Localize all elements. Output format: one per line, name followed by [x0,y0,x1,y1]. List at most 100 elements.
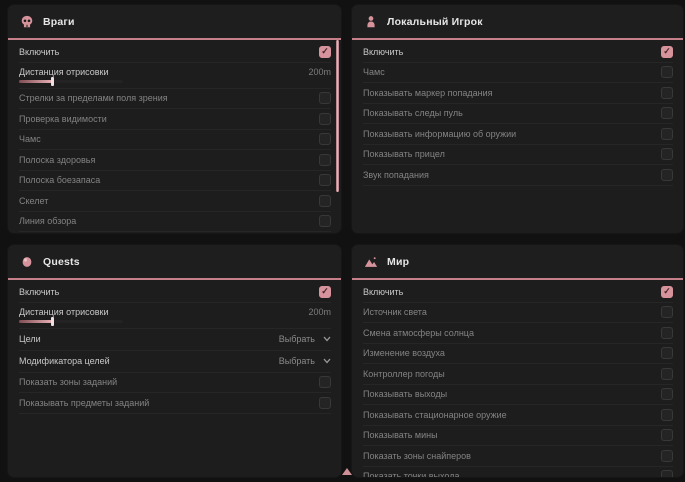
setting-label: Чамс [363,67,385,77]
checkbox[interactable] [661,306,673,318]
setting-label: Цели [19,334,41,344]
panel-title: Враги [43,16,75,28]
setting-label: Показать зоны заданий [19,377,117,387]
panel-header: Враги [8,5,341,40]
setting-label: Включить [19,47,59,57]
checkbox[interactable] [319,154,331,166]
setting-label: Показывать маркер попадания [363,88,493,98]
setting-label: Контроллер погоды [363,369,445,379]
setting-label: Показывать следы пуль [363,108,463,118]
setting-row: Звук попадания [363,165,673,186]
setting-row: Изменение воздуха [363,344,673,365]
panel-enemies: Враги Включить✓Дистанция отрисовки200mСт… [8,5,341,233]
checkbox[interactable] [319,133,331,145]
checkbox-checked[interactable]: ✓ [319,286,331,298]
panel-title: Мир [387,256,409,268]
setting-label: Звук попадания [363,170,429,180]
setting-row: Чамс [19,130,331,151]
dropdown-value: Выбрать [279,356,315,366]
setting-row: Показывать следы пуль [19,232,331,233]
slider-handle[interactable] [51,77,54,86]
setting-label: Показать зоны снайперов [363,451,471,461]
checkbox-checked[interactable]: ✓ [661,46,673,58]
setting-label: Дистанция отрисовки [19,307,109,317]
checkbox[interactable] [319,174,331,186]
slider-fill [19,320,53,323]
panel-body: Включить ✓ Чамс Показывать маркер попадания… [352,40,683,186]
setting-label: Включить [19,287,59,297]
world-icon [364,255,378,269]
dropdown[interactable]: Выбрать [279,334,331,344]
panel-world: Мир Включить✓ Источник света Смена атмосфе… [352,245,683,477]
setting-row: Полоска здоровья [19,150,331,171]
checkbox[interactable] [661,450,673,462]
checkbox[interactable] [661,66,673,78]
setting-row: Полоска боезапаса [19,171,331,192]
setting-label: Скелет [19,196,48,206]
setting-row: Показывать информацию об оружии [363,124,673,145]
setting-row: Показывать предметы заданий [19,393,331,414]
checkbox-checked[interactable]: ✓ [319,46,331,58]
setting-label: Показать точки выхода [363,471,459,477]
slider-handle[interactable] [51,317,54,326]
setting-label: Источник света [363,307,427,317]
setting-row: Смена атмосферы солнца [363,323,673,344]
checkbox[interactable] [661,470,673,477]
checkbox[interactable] [661,429,673,441]
checkbox[interactable] [661,148,673,160]
setting-label: Показывать выходы [363,389,447,399]
distance-slider[interactable] [19,80,123,84]
setting-row: Показывать маркер попадания [363,83,673,104]
setting-label: Показывать информацию об оружии [363,129,516,139]
resize-grip-icon[interactable] [342,468,352,475]
setting-label: Чамс [19,134,41,144]
checkbox[interactable] [661,169,673,181]
setting-row: Модификатора целейВыбрать [19,351,331,373]
checkbox[interactable] [319,113,331,125]
setting-label: Линия обзора [19,216,76,226]
setting-row: Включить ✓ [363,42,673,63]
setting-row: Показать точки выхода [363,467,673,478]
setting-label: Показывать стационарное оружие [363,410,507,420]
panel-body: Включить✓ Источник света Смена атмосферы с… [352,280,683,477]
distance-slider[interactable] [19,320,123,324]
setting-label: Проверка видимости [19,114,107,124]
chevron-down-icon [323,358,331,364]
checkbox-checked[interactable]: ✓ [661,286,673,298]
checkbox[interactable] [319,215,331,227]
dropdown-value: Выбрать [279,334,315,344]
quest-icon [20,255,34,269]
setting-label: Включить [363,47,403,57]
setting-row: Показывать выходы [363,385,673,406]
setting-row: Включить ✓ [19,282,331,303]
checkbox[interactable] [661,107,673,119]
panel-body: Включить✓Дистанция отрисовки200mСтрелки … [8,40,341,233]
setting-row: Включить ✓ [19,42,331,63]
checkbox[interactable] [319,376,331,388]
setting-row: Источник света [363,303,673,324]
checkbox[interactable] [661,327,673,339]
setting-label: Полоска здоровья [19,155,95,165]
checkbox[interactable] [661,388,673,400]
slider-value: 200m [308,307,331,317]
checkbox[interactable] [319,195,331,207]
panel-title: Локальный Игрок [387,16,483,28]
checkbox[interactable] [661,368,673,380]
skull-icon [20,15,34,29]
setting-row: Чамс [363,63,673,84]
dropdown[interactable]: Выбрать [279,356,331,366]
setting-row: Включить✓ [363,282,673,303]
checkbox[interactable] [661,128,673,140]
setting-row: Проверка видимости [19,109,331,130]
slider-value: 200m [308,67,331,77]
scrollbar-thumb[interactable] [336,40,339,192]
panel-quests: Quests Включить✓Дистанция отрисовки200mЦ… [8,245,341,477]
setting-row: Цели Выбрать [19,329,331,351]
setting-row: Стрелки за пределами поля зрения [19,89,331,110]
checkbox[interactable] [661,347,673,359]
checkbox[interactable] [661,87,673,99]
setting-row: Скелет [19,191,331,212]
checkbox[interactable] [319,92,331,104]
checkbox[interactable] [661,409,673,421]
checkbox[interactable] [319,397,331,409]
